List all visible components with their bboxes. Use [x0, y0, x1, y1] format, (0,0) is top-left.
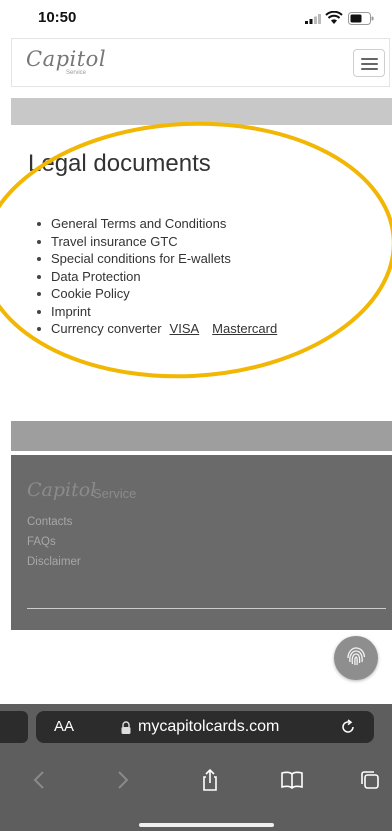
page-title: Legal documents	[28, 150, 211, 177]
footer-link-contacts[interactable]: Contacts	[27, 512, 81, 532]
doc-data-protection[interactable]: Data Protection	[37, 268, 277, 286]
forward-icon[interactable]	[110, 768, 134, 792]
menu-button[interactable]	[353, 49, 385, 77]
fingerprint-icon	[347, 647, 366, 666]
footer-link-faqs[interactable]: FAQs	[27, 532, 81, 552]
doc-imprint[interactable]: Imprint	[37, 303, 277, 321]
lock-icon	[121, 721, 131, 734]
banner-band	[11, 98, 392, 125]
signal-icon	[305, 14, 321, 24]
home-indicator	[139, 823, 274, 827]
doc-travel-insurance[interactable]: Travel insurance GTC	[37, 233, 277, 251]
reader-settings-button[interactable]: AA	[54, 718, 74, 735]
footer-logo[interactable]: Capitol	[27, 479, 96, 501]
logo-subtitle: Service	[66, 70, 87, 76]
fingerprint-button[interactable]	[334, 636, 378, 680]
battery-icon	[348, 12, 374, 25]
currency-converter-label: Currency converter	[51, 321, 162, 336]
doc-cookie-policy[interactable]: Cookie Policy	[37, 285, 277, 303]
footer-links: Contacts FAQs Disclaimer	[27, 512, 81, 572]
previous-tab-preview[interactable]	[0, 711, 28, 743]
logo[interactable]: Capitol	[26, 47, 106, 71]
bookmarks-icon[interactable]	[280, 768, 304, 792]
mastercard-link[interactable]: Mastercard	[212, 321, 277, 336]
footer-band	[11, 421, 392, 451]
status-time: 10:50	[38, 9, 77, 26]
back-icon[interactable]	[28, 768, 52, 792]
doc-general-terms[interactable]: General Terms and Conditions	[37, 215, 277, 233]
wifi-icon	[325, 11, 343, 24]
share-icon[interactable]	[198, 768, 222, 792]
legal-document-list: General Terms and Conditions Travel insu…	[37, 215, 277, 338]
visa-link[interactable]: VISA	[170, 321, 200, 336]
footer-link-disclaimer[interactable]: Disclaimer	[27, 552, 81, 572]
status-bar: 10:50	[0, 0, 392, 36]
footer-divider	[27, 608, 386, 609]
doc-currency-converter: Currency converter VISA Mastercard	[37, 320, 277, 338]
footer: Capitol Service Contacts FAQs Disclaimer	[11, 455, 392, 630]
site-header: Capitol Service	[11, 38, 390, 87]
doc-ewallet-conditions[interactable]: Special conditions for E-wallets	[37, 250, 277, 268]
tabs-icon[interactable]	[358, 768, 382, 792]
menu-icon	[361, 58, 378, 60]
reload-icon[interactable]	[340, 719, 356, 735]
address-bar[interactable]: AA mycapitolcards.com	[36, 711, 374, 743]
url-text[interactable]: mycapitolcards.com	[138, 718, 279, 736]
footer-service-label: Service	[93, 486, 137, 501]
